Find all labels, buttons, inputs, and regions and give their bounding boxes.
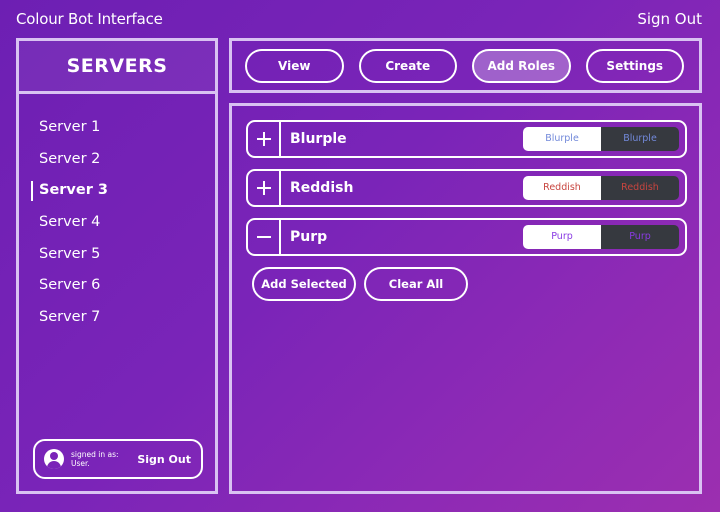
role-row-reddish[interactable]: Reddish Reddish Reddish [246, 169, 687, 207]
role-name: Purp [290, 229, 328, 245]
role-actions: Add Selected Clear All [252, 267, 699, 301]
sidebar-header: SERVERS [19, 41, 215, 94]
server-item[interactable]: Server 4 [19, 207, 215, 239]
plus-icon[interactable] [248, 171, 281, 205]
user-card: signed in as: User. Sign Out [33, 439, 203, 479]
add-roles-button[interactable]: Add Roles [472, 48, 571, 83]
sidebar-title: SERVERS [66, 55, 168, 77]
create-button[interactable]: Create [358, 48, 457, 83]
server-item[interactable]: Server 6 [19, 270, 215, 302]
sidebar-sign-out-button[interactable]: Sign Out [137, 453, 191, 466]
server-item[interactable]: Server 2 [19, 144, 215, 176]
role-preview-light: Blurple [523, 127, 601, 151]
toolbar: View Create Add Roles Settings [229, 38, 702, 93]
role-row-purp[interactable]: Purp Purp Purp [246, 218, 687, 256]
signed-in-info: signed in as: User. [71, 450, 119, 468]
role-preview: Blurple Blurple [523, 127, 679, 151]
role-preview: Purp Purp [523, 225, 679, 249]
role-row-blurple[interactable]: Blurple Blurple Blurple [246, 120, 687, 158]
add-selected-button[interactable]: Add Selected [252, 267, 356, 301]
role-preview-dark: Blurple [601, 127, 679, 151]
server-item[interactable]: Server 7 [19, 302, 215, 334]
top-sign-out-link[interactable]: Sign Out [637, 10, 702, 28]
view-button[interactable]: View [245, 48, 344, 83]
signed-in-label: signed in as: [71, 450, 119, 459]
server-item[interactable]: Server 5 [19, 239, 215, 271]
servers-sidebar: SERVERS Server 1 Server 2 Server 3 Serve… [16, 38, 218, 494]
top-bar: Colour Bot Interface Sign Out [0, 0, 720, 38]
role-preview-light: Purp [523, 225, 601, 249]
server-item-active[interactable]: Server 3 [19, 175, 215, 207]
settings-button[interactable]: Settings [585, 48, 684, 83]
role-preview-dark: Purp [601, 225, 679, 249]
server-list: Server 1 Server 2 Server 3 Server 4 Serv… [19, 94, 215, 334]
minus-icon[interactable] [248, 220, 281, 254]
server-item[interactable]: Server 1 [19, 112, 215, 144]
app-title: Colour Bot Interface [16, 10, 163, 28]
role-name: Reddish [290, 180, 354, 196]
role-name: Blurple [290, 131, 347, 147]
plus-icon[interactable] [248, 122, 281, 156]
signed-in-user: User. [71, 459, 90, 468]
role-preview-light: Reddish [523, 176, 601, 200]
role-preview: Reddish Reddish [523, 176, 679, 200]
user-circle-icon [44, 449, 64, 469]
clear-all-button[interactable]: Clear All [364, 267, 468, 301]
roles-panel: Blurple Blurple Blurple Reddish Reddish … [229, 103, 702, 494]
role-preview-dark: Reddish [601, 176, 679, 200]
